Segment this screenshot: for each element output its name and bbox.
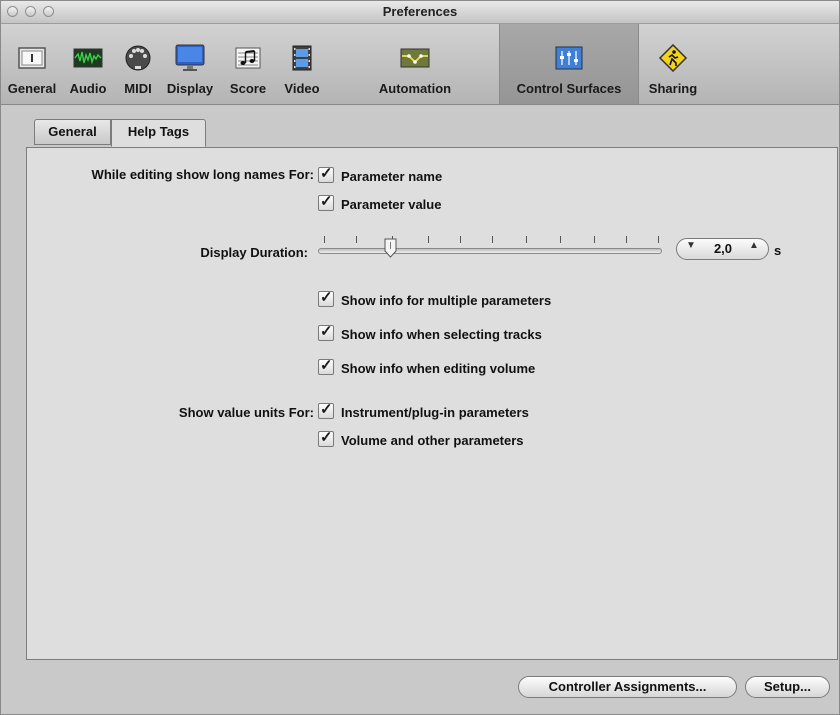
parameter-name-checkbox[interactable]: ✓ — [318, 165, 334, 183]
checkmark-icon: ✓ — [320, 165, 333, 182]
help-tags-panel: While editing show long names For: ✓ Par… — [26, 147, 838, 660]
display-duration-label: Display Duration: — [200, 245, 308, 260]
show-info-volume-label: Show info when editing volume — [341, 361, 536, 376]
slider-tick — [428, 236, 429, 243]
instrument-params-label: Instrument/plug-in parameters — [341, 405, 529, 420]
toolbar-item-control-surfaces[interactable]: Control Surfaces — [499, 24, 639, 104]
slider-tick — [526, 236, 527, 243]
slider-tick — [460, 236, 461, 243]
toolbar-label-sharing: Sharing — [648, 81, 698, 96]
slider-tick — [626, 236, 627, 243]
toolbar-label-audio: Audio — [69, 81, 107, 96]
toolbar-label-control-surfaces: Control Surfaces — [516, 81, 622, 96]
show-info-tracks-label: Show info when selecting tracks — [341, 327, 542, 342]
toolbar-label-video: Video — [284, 81, 320, 96]
show-info-multiple-checkbox[interactable]: ✓ — [318, 289, 334, 307]
volume-params-label: Volume and other parameters — [341, 433, 524, 448]
slider-tick — [492, 236, 493, 243]
toolbar-item-audio[interactable]: Audio — [63, 24, 113, 104]
parameter-name-label: Parameter name — [341, 169, 443, 184]
parameter-value-checkbox[interactable]: ✓ — [318, 193, 334, 211]
toolbar-label-automation: Automation — [378, 81, 452, 96]
checkmark-icon: ✓ — [320, 193, 333, 210]
preferences-window: Preferences General Audio MIDI Display S… — [0, 0, 840, 715]
toolbar-label-score: Score — [229, 81, 267, 96]
parameter-value-label: Parameter value — [341, 197, 442, 212]
slider-thumb[interactable] — [384, 238, 397, 258]
toolbar-label-midi: MIDI — [124, 81, 152, 96]
instrument-params-checkbox[interactable]: ✓ — [318, 401, 334, 419]
long-names-label: While editing show long names For: — [91, 167, 314, 182]
display-icon — [175, 44, 205, 71]
general-icon — [18, 47, 46, 69]
controller-assignments-button[interactable]: Controller Assignments... — [518, 676, 737, 698]
toolbar-label-display: Display — [166, 81, 214, 96]
toolbar-item-score[interactable]: Score — [223, 24, 273, 104]
slider-track — [318, 248, 662, 254]
automation-icon — [400, 48, 430, 68]
decrement-arrow-icon[interactable]: ▼ — [686, 240, 696, 251]
checkmark-icon: ✓ — [320, 323, 333, 340]
toolbar-item-video[interactable]: Video — [275, 24, 329, 104]
checkmark-icon: ✓ — [320, 401, 333, 418]
checkmark-icon: ✓ — [320, 357, 333, 374]
duration-value: 2,0 — [713, 241, 733, 256]
slider-tick — [658, 236, 659, 243]
slider-tick — [324, 236, 325, 243]
toolbar-item-general[interactable]: General — [5, 24, 59, 104]
video-icon — [292, 45, 312, 71]
midi-icon — [125, 45, 151, 71]
value-units-label: Show value units For: — [178, 405, 314, 420]
toolbar-item-automation[interactable]: Automation — [335, 24, 495, 104]
score-icon — [235, 47, 261, 69]
preferences-toolbar: General Audio MIDI Display Score Video A… — [1, 24, 839, 105]
increment-arrow-icon[interactable]: ▲ — [749, 240, 759, 251]
checkmark-icon: ✓ — [320, 429, 333, 446]
volume-params-checkbox[interactable]: ✓ — [318, 429, 334, 447]
tab-help-tags[interactable]: Help Tags — [111, 119, 206, 147]
duration-stepper[interactable]: ▼ 2,0 ▲ — [676, 238, 769, 260]
toolbar-item-display[interactable]: Display — [161, 24, 219, 104]
display-duration-slider[interactable] — [316, 232, 664, 264]
control-surfaces-icon — [555, 46, 583, 70]
slider-tick — [594, 236, 595, 243]
show-info-multiple-label: Show info for multiple parameters — [341, 293, 552, 308]
show-info-tracks-checkbox[interactable]: ✓ — [318, 323, 334, 341]
show-info-volume-checkbox[interactable]: ✓ — [318, 357, 334, 375]
audio-icon — [73, 48, 103, 68]
checkmark-icon: ✓ — [320, 289, 333, 306]
slider-tick — [356, 236, 357, 243]
tab-general[interactable]: General — [34, 119, 111, 145]
setup-button[interactable]: Setup... — [745, 676, 830, 698]
duration-unit: s — [774, 243, 782, 258]
sharing-icon — [658, 44, 688, 72]
window-title: Preferences — [382, 4, 458, 19]
title-bar: Preferences — [1, 1, 839, 24]
toolbar-item-midi[interactable]: MIDI — [115, 24, 161, 104]
toolbar-item-sharing[interactable]: Sharing — [641, 24, 705, 104]
slider-tick — [560, 236, 561, 243]
toolbar-label-general: General — [7, 81, 57, 96]
